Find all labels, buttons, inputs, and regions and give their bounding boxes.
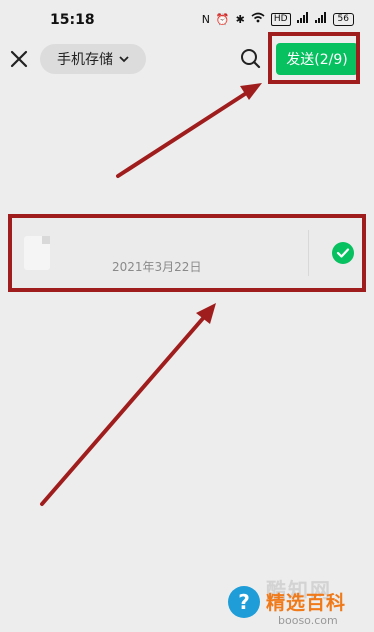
- file-item-highlight: [8, 214, 366, 292]
- storage-dropdown[interactable]: 手机存储: [40, 44, 146, 74]
- watermark-title: 精选百科: [266, 592, 347, 614]
- hd-icon: HD: [270, 12, 291, 26]
- bluetooth-icon: ✱: [235, 12, 245, 26]
- chevron-down-icon: [119, 53, 129, 66]
- battery-icon: 56: [332, 12, 354, 26]
- send-button-highlight: [268, 32, 360, 84]
- question-icon: ?: [228, 586, 260, 618]
- signal-icon: [296, 12, 309, 26]
- wifi-icon: [251, 12, 265, 26]
- close-icon: [10, 50, 28, 68]
- close-button[interactable]: [6, 46, 32, 72]
- annotation-arrows: [40, 83, 262, 506]
- arrow-to-file-item: [40, 303, 216, 506]
- search-icon: [241, 49, 261, 69]
- signal-icon-2: [314, 12, 327, 26]
- nfc-icon: N: [201, 12, 210, 26]
- alarm-icon: ⏰: [215, 12, 230, 26]
- search-button[interactable]: [238, 46, 264, 72]
- storage-dropdown-label: 手机存储: [57, 52, 113, 68]
- arrow-to-send-button: [116, 83, 262, 178]
- status-time: 15:18: [50, 12, 95, 28]
- status-icons: N ⏰ ✱ HD 56: [202, 12, 354, 26]
- watermark-url: booso.com: [278, 614, 338, 627]
- watermark-logo: 酷知网 ? 精选百科 booso.com: [222, 572, 374, 632]
